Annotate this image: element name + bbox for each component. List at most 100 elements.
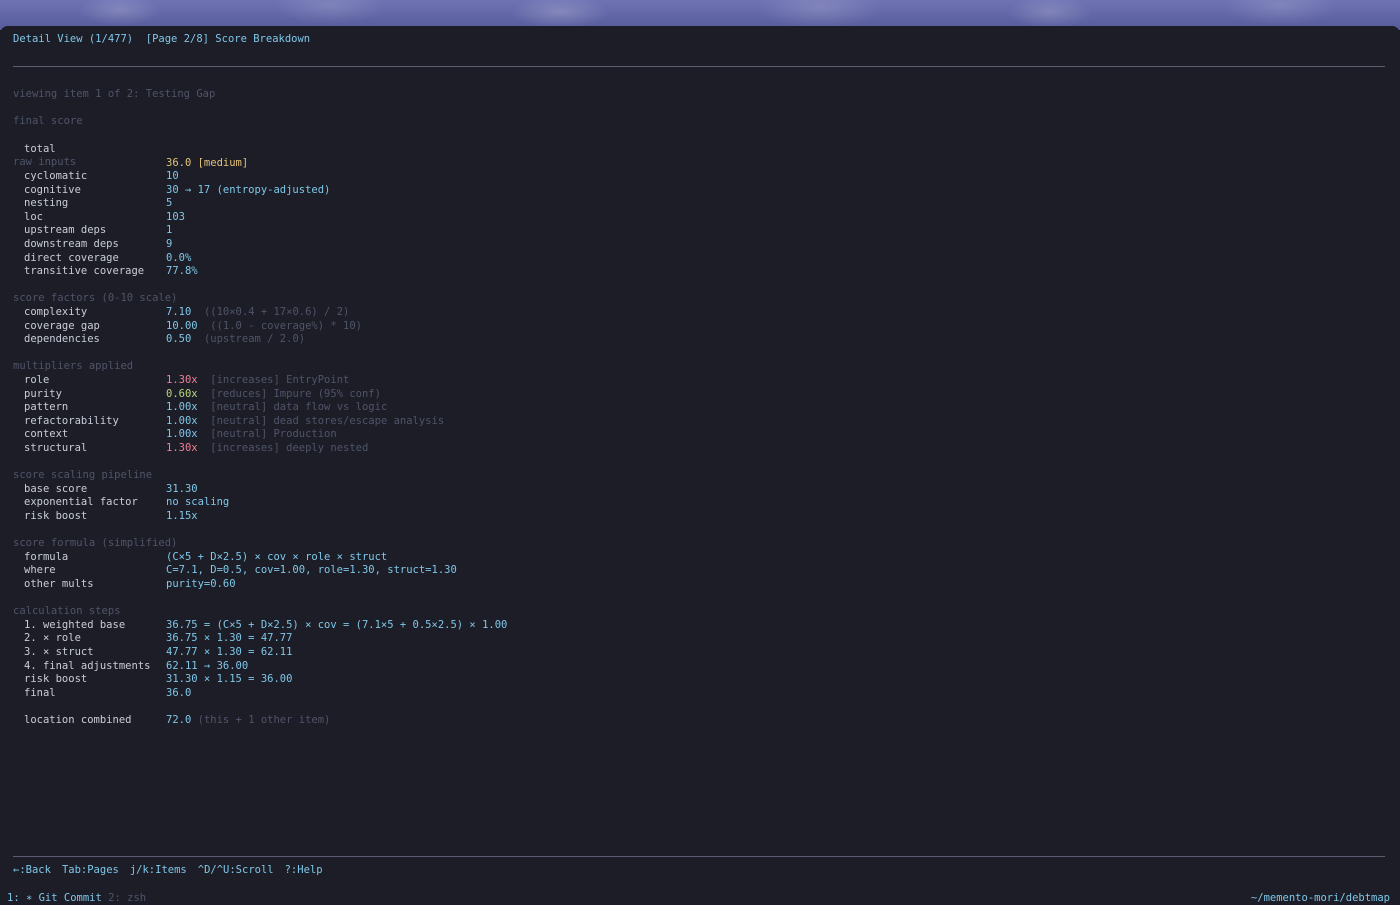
row-value: 77.8% (166, 265, 198, 277)
row-value-with-note: 0.50 (upstream / 2.0) (166, 332, 305, 346)
row-value: 9 (166, 238, 173, 250)
factor-note: ((10×0.4 + 17×0.6) / 2) (203, 306, 350, 318)
row-value-with-note: 1.30x [increases] EntryPoint (166, 373, 349, 387)
factor-value: 7.10 (166, 306, 192, 318)
page-indicator: [Page 2/8] Score Breakdown (145, 33, 311, 45)
section-scaling-pipeline: score scaling pipeline (13, 469, 153, 481)
row-value-with-note: 10.00 ((1.0 - coverage%) * 10) (166, 319, 362, 333)
row-value: 103 (166, 211, 185, 223)
row-label: exponential factor (24, 496, 138, 508)
row-label: location combined (24, 714, 132, 726)
row-label: pattern (24, 401, 69, 413)
multiplier-note: [neutral] data flow vs logic (210, 401, 388, 413)
factor-note: ((1.0 - coverage%) * 10) (210, 320, 362, 332)
row-value: (C×5 + D×2.5) × cov × role × struct (166, 551, 388, 563)
key-help[interactable]: ?:Help (285, 864, 323, 876)
row-value: 1.15x (166, 510, 198, 522)
tmux-window-list: 1: ∗ Git Commit 2: zsh (7, 891, 146, 905)
row-label: nesting (24, 197, 69, 209)
location-value: 72.0 (166, 714, 192, 726)
multiplier-note: [neutral] Production (210, 428, 337, 440)
row-value: no scaling (166, 496, 230, 508)
row-value: 62.11 → 36.00 (166, 660, 249, 672)
multiplier-value: 1.30x (166, 442, 198, 454)
row-label: downstream deps (24, 238, 119, 250)
multiplier-note: [reduces] Impure (95% conf) (210, 388, 381, 400)
row-value-with-note: 7.10 ((10×0.4 + 17×0.6) / 2) (166, 305, 349, 319)
row-value: C=7.1, D=0.5, cov=1.00, role=1.30, struc… (166, 564, 457, 576)
multiplier-value: 1.00x (166, 415, 198, 427)
row-label: coverage gap (24, 320, 100, 332)
section-raw-inputs: raw inputs (13, 156, 77, 168)
multiplier-note: [neutral] dead stores/escape analysis (210, 415, 445, 427)
key-items[interactable]: j/k:Items (130, 864, 187, 876)
row-value: 36.75 = (C×5 + D×2.5) × cov = (7.1×5 + 0… (166, 619, 508, 631)
detail-view-header: Detail View (1/477) [Page 2/8] Score Bre… (13, 32, 310, 46)
key-tab-pages[interactable]: Tab:Pages (62, 864, 119, 876)
row-label: dependencies (24, 333, 100, 345)
multiplier-value: 0.60x (166, 388, 198, 400)
section-multipliers: multipliers applied (13, 360, 134, 372)
section-score-factors: score factors (0-10 scale) (13, 292, 178, 304)
row-value-with-note: 0.60x [reduces] Impure (95% conf) (166, 387, 381, 401)
row-label: formula (24, 551, 69, 563)
row-value: 36.75 × 1.30 = 47.77 (166, 632, 293, 644)
row-value: 5 (166, 197, 173, 209)
factor-value: 0.50 (166, 333, 192, 345)
current-path: ~/memento-mori/debtmap (1250, 892, 1390, 904)
key-back[interactable]: ←:Back (13, 864, 51, 876)
row-value: 31.30 (166, 483, 198, 495)
factor-value: 10.00 (166, 320, 198, 332)
row-label: where (24, 564, 56, 576)
key-scroll[interactable]: ^D/^U:Scroll (198, 864, 274, 876)
row-label: context (24, 428, 69, 440)
row-value: 10 (166, 170, 179, 182)
multiplier-value: 1.00x (166, 428, 198, 440)
footer-divider (13, 856, 1385, 857)
row-label: upstream deps (24, 224, 107, 236)
row-value: 36.0 (166, 687, 192, 699)
detail-view-title: Detail View (1/477) (13, 33, 134, 45)
tmux-window[interactable]: 2: zsh (108, 892, 146, 904)
row-label: 2. × role (24, 632, 81, 644)
row-label: base score (24, 483, 88, 495)
row-label: transitive coverage (24, 265, 145, 277)
multiplier-note: [increases] deeply nested (210, 442, 369, 454)
location-note: (this + 1 other item) (197, 714, 331, 726)
factor-note: (upstream / 2.0) (203, 333, 306, 345)
row-value: 31.30 × 1.15 = 36.00 (166, 673, 293, 685)
multiplier-note: [increases] EntryPoint (210, 374, 350, 386)
viewing-item-label: viewing item 1 of 2: Testing Gap (13, 88, 216, 100)
row-value-with-note: 72.0 (this + 1 other item) (166, 713, 330, 727)
row-value: 47.77 × 1.30 = 62.11 (166, 646, 293, 658)
section-final-score: final score (13, 115, 83, 127)
row-label: purity (24, 388, 62, 400)
row-label: loc (24, 211, 43, 223)
section-calculation-steps: calculation steps (13, 605, 121, 617)
header-divider (13, 66, 1385, 67)
row-label: total (24, 143, 56, 155)
total-score-value: 36.0 [medium] (166, 157, 249, 169)
row-value: 30 → 17 (entropy-adjusted) (166, 184, 331, 196)
row-value: purity=0.60 (166, 578, 236, 590)
row-label: complexity (24, 306, 88, 318)
multiplier-value: 1.30x (166, 374, 198, 386)
tmux-window-active[interactable]: 1: ∗ Git Commit (7, 892, 102, 904)
row-value-with-note: 1.00x [neutral] dead stores/escape analy… (166, 414, 444, 428)
row-label: role (24, 374, 50, 386)
row-label: final (24, 687, 56, 699)
row-label: risk boost (24, 510, 88, 522)
final-score-row: total 36.0 [medium] (13, 128, 248, 169)
row-label: cognitive (24, 184, 81, 196)
row-value: 0.0% (166, 252, 192, 264)
keybinding-help-bar: ←:Back Tab:Pages j/k:Items ^D/^U:Scroll ?:He… (13, 863, 334, 877)
multiplier-value: 1.00x (166, 401, 198, 413)
section-score-formula: score formula (simplified) (13, 537, 178, 549)
row-label: 4. final adjustments (24, 660, 151, 672)
row-value-with-note: 1.00x [neutral] Production (166, 427, 337, 441)
row-label: other mults (24, 578, 94, 590)
row-label: structural (24, 442, 88, 454)
row-label: cyclomatic (24, 170, 88, 182)
row-label: 3. × struct (24, 646, 94, 658)
row-value: 1 (166, 224, 173, 236)
